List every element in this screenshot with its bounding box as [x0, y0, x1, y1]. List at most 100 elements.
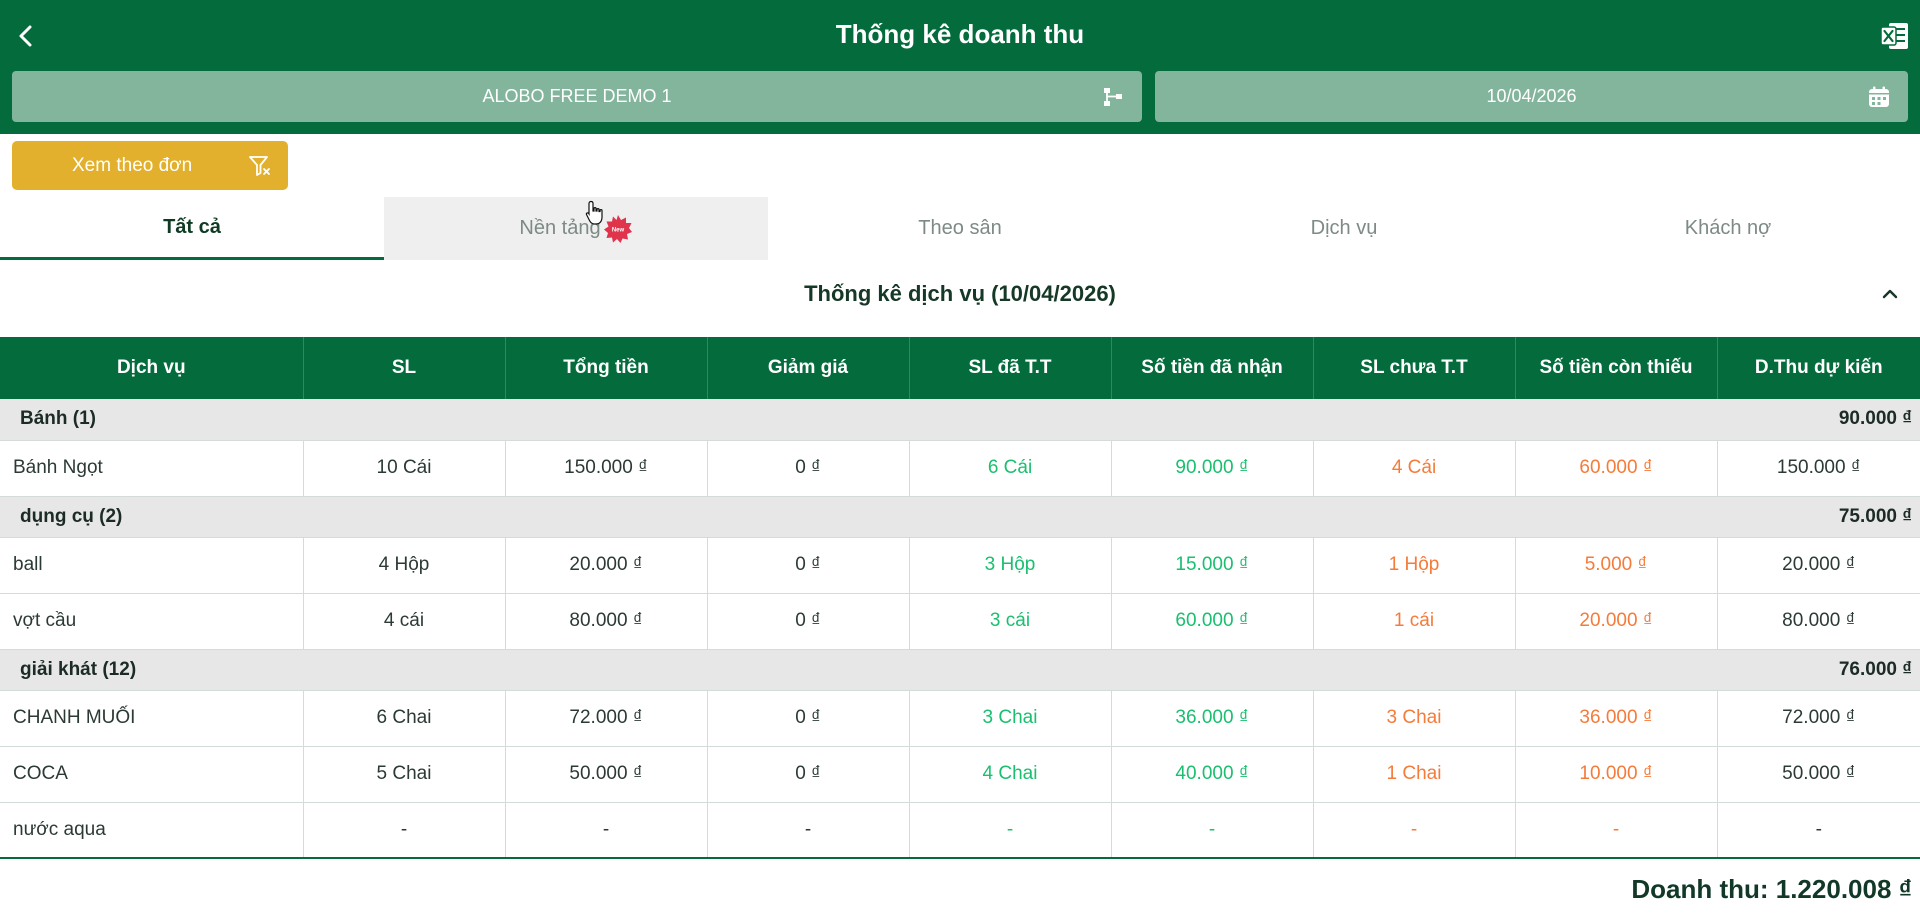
table-row: nước aqua - - - - - - - -: [0, 802, 1920, 859]
new-badge-text: New: [611, 227, 624, 233]
tab-all[interactable]: Tất cả: [0, 197, 384, 260]
quantity: 10 Cái: [303, 440, 506, 497]
service-name: CHANH MUỐI: [0, 690, 304, 747]
amount-owed: 10.000 ₫: [1515, 746, 1718, 803]
tab-services-label: Dịch vụ: [1310, 217, 1378, 239]
quantity: -: [303, 802, 506, 859]
total-amount: 72.000 ₫: [505, 690, 708, 747]
column-header: Số tiền còn thiếu: [1515, 337, 1718, 399]
unpaid-quantity: 1 Hộp: [1313, 537, 1516, 594]
service-stats-table: Dịch vụ SL Tổng tiền Giảm giá SL đã T.T …: [0, 337, 1920, 859]
tab-by-court-label: Theo sân: [918, 217, 1002, 239]
paid-quantity: 3 cái: [909, 593, 1112, 650]
amount-received: 90.000 ₫: [1111, 440, 1314, 497]
expected-revenue: -: [1717, 802, 1920, 859]
date-selector-label: 10/04/2026: [1486, 86, 1577, 106]
column-header: Tổng tiền: [505, 337, 708, 399]
collapse-button[interactable]: [1878, 282, 1902, 306]
quantity: 6 Chai: [303, 690, 506, 747]
amount-received: 15.000 ₫: [1111, 537, 1314, 594]
table-row: ball 4 Hộp 20.000 ₫ 0 ₫ 3 Hộp 15.000 ₫ 1…: [0, 537, 1920, 594]
quantity: 5 Chai: [303, 746, 506, 803]
table-row: Bánh Ngọt 10 Cái 150.000 ₫ 0 ₫ 6 Cái 90.…: [0, 440, 1920, 497]
discount: 0 ₫: [707, 593, 910, 650]
tab-bar: Tất cả Nền tảng New Theo sân Dịch vụ Khá…: [0, 197, 1920, 260]
total-amount: 20.000 ₫: [505, 537, 708, 594]
discount: -: [707, 802, 910, 859]
calendar-icon: [1869, 86, 1889, 107]
discount: 0 ₫: [707, 690, 910, 747]
table-row: vợt cầu 4 cái 80.000 ₫ 0 ₫ 3 cái 60.000 …: [0, 593, 1920, 650]
group-name: dụng cụ (2): [0, 496, 1111, 538]
expected-revenue: 150.000 ₫: [1717, 440, 1920, 497]
section-title: Thống kê dịch vụ (10/04/2026): [804, 281, 1116, 306]
group-total: 90.000 ₫: [1111, 399, 1920, 441]
chevron-left-icon: [19, 25, 32, 47]
column-header: Số tiền đã nhận: [1111, 337, 1314, 399]
service-name: nước aqua: [0, 802, 304, 859]
paid-quantity: 3 Chai: [909, 690, 1112, 747]
branch-selector[interactable]: ALOBO FREE DEMO 1: [12, 71, 1142, 122]
amount-received: 60.000 ₫: [1111, 593, 1314, 650]
amount-received: 36.000 ₫: [1111, 690, 1314, 747]
top-bar: Thống kê doanh thu ALOBO FREE DEMO 1 10/…: [0, 0, 1920, 134]
group-name: Bánh (1): [0, 399, 1111, 441]
tab-platform[interactable]: Nền tảng New: [384, 197, 768, 260]
table-row: COCA 5 Chai 50.000 ₫ 0 ₫ 4 Chai 40.000 ₫…: [0, 746, 1920, 803]
date-selector[interactable]: 10/04/2026: [1155, 71, 1908, 122]
service-name: Bánh Ngọt: [0, 440, 304, 497]
unpaid-quantity: -: [1313, 802, 1516, 859]
service-name: vợt cầu: [0, 593, 304, 650]
table-row: CHANH MUỐI 6 Chai 72.000 ₫ 0 ₫ 3 Chai 36…: [0, 690, 1920, 747]
amount-owed: 60.000 ₫: [1515, 440, 1718, 497]
expected-revenue: 72.000 ₫: [1717, 690, 1920, 747]
paid-quantity: 6 Cái: [909, 440, 1112, 497]
back-button[interactable]: [10, 16, 42, 56]
expected-revenue: 50.000 ₫: [1717, 746, 1920, 803]
amount-owed: 20.000 ₫: [1515, 593, 1718, 650]
view-by-order-button[interactable]: Xem theo đơn: [12, 141, 288, 190]
paid-quantity: 3 Hộp: [909, 537, 1112, 594]
amount-owed: 36.000 ₫: [1515, 690, 1718, 747]
column-header: Dịch vụ: [0, 337, 304, 399]
quantity: 4 cái: [303, 593, 506, 650]
tab-services[interactable]: Dịch vụ: [1152, 197, 1536, 260]
tab-all-label: Tất cả: [163, 215, 221, 238]
amount-owed: -: [1515, 802, 1718, 859]
quantity: 4 Hộp: [303, 537, 506, 594]
paid-quantity: 4 Chai: [909, 746, 1112, 803]
paid-quantity: -: [909, 802, 1112, 859]
expected-revenue: 80.000 ₫: [1717, 593, 1920, 650]
tab-debtors[interactable]: Khách nợ: [1536, 197, 1920, 260]
total-amount: 150.000 ₫: [505, 440, 708, 497]
section-header: Thống kê dịch vụ (10/04/2026): [0, 268, 1920, 320]
service-name: ball: [0, 537, 304, 594]
group-row[interactable]: dụng cụ (2) 75.000 ₫: [0, 496, 1920, 538]
column-header: Giảm giá: [707, 337, 910, 399]
tab-debtors-label: Khách nợ: [1684, 217, 1772, 239]
column-header: SL đã T.T: [909, 337, 1112, 399]
excel-icon: [1880, 23, 1908, 49]
total-amount: 50.000 ₫: [505, 746, 708, 803]
amount-received: 40.000 ₫: [1111, 746, 1314, 803]
tab-by-court[interactable]: Theo sân: [768, 197, 1152, 260]
service-name: COCA: [0, 746, 304, 803]
amount-owed: 5.000 ₫: [1515, 537, 1718, 594]
group-row[interactable]: Bánh (1) 90.000 ₫: [0, 399, 1920, 441]
chevron-up-icon: [1882, 289, 1898, 299]
unpaid-quantity: 1 Chai: [1313, 746, 1516, 803]
total-amount: 80.000 ₫: [505, 593, 708, 650]
group-name: giải khát (12): [0, 649, 1111, 691]
page-title: Thống kê doanh thu: [835, 19, 1085, 49]
export-excel-button[interactable]: [1880, 20, 1910, 52]
group-row[interactable]: giải khát (12) 76.000 ₫: [0, 649, 1920, 691]
filter-icon: [249, 156, 270, 176]
discount: 0 ₫: [707, 537, 910, 594]
view-by-order-label: Xem theo đơn: [72, 154, 193, 176]
branch-selector-label: ALOBO FREE DEMO 1: [482, 86, 672, 106]
tab-platform-label: Nền tảng: [519, 217, 601, 239]
column-header: SL chưa T.T: [1313, 337, 1516, 399]
group-total: 76.000 ₫: [1111, 649, 1920, 691]
unpaid-quantity: 1 cái: [1313, 593, 1516, 650]
branch-icon: [1104, 88, 1122, 106]
